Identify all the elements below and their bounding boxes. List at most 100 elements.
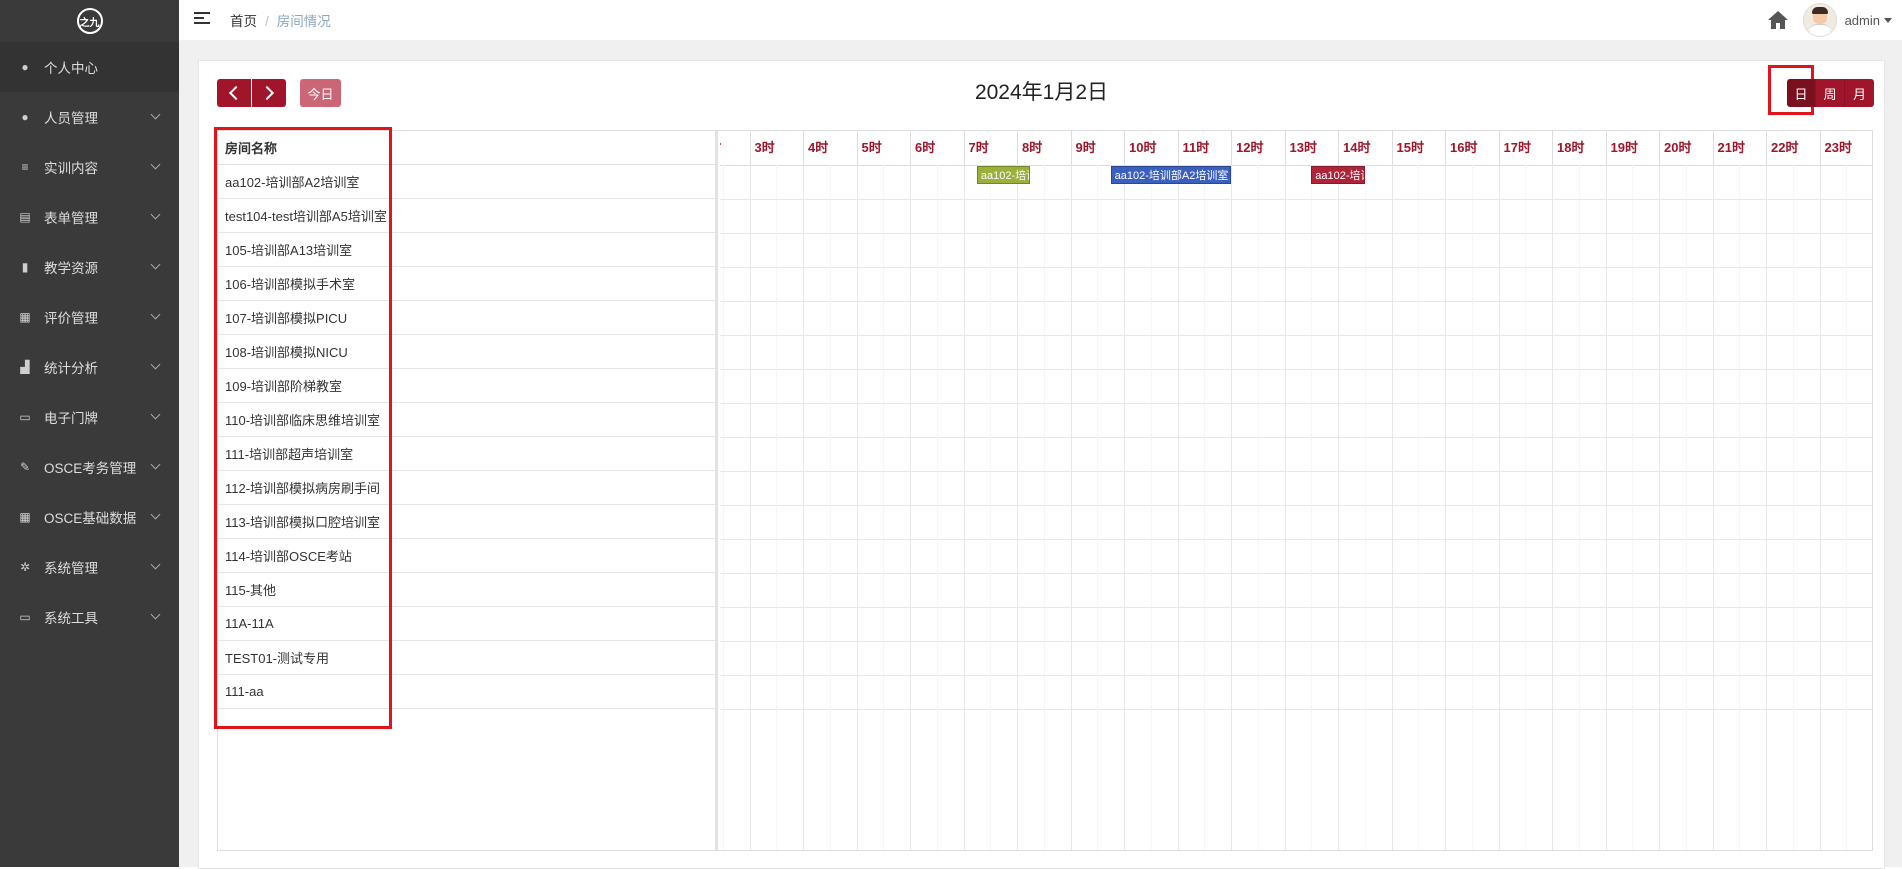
chevron-down-icon bbox=[150, 559, 161, 570]
hour-label: 4时 bbox=[803, 131, 857, 165]
room-row[interactable]: 114-培训部OSCE考站 bbox=[218, 539, 715, 573]
room-row[interactable]: 112-培训部模拟病房刷手间 bbox=[218, 471, 715, 505]
hour-label: 9时 bbox=[1070, 131, 1125, 165]
main-content: 今日 2024年1月2日 日 周 月 房间名称 aa102-培训部A2培训室 te… bbox=[179, 40, 1902, 869]
sidebar-item-label: 表单管理 bbox=[44, 211, 98, 226]
list-icon: ≡ bbox=[21, 160, 29, 174]
room-row[interactable]: 110-培训部临床思维培训室 bbox=[218, 403, 715, 437]
sidebar-item-9[interactable]: ▦ OSCE基础数据 bbox=[0, 492, 179, 542]
chevron-down-icon bbox=[150, 459, 161, 470]
sidebar-item-7[interactable]: ▭ 电子门牌 bbox=[0, 392, 179, 442]
room-row[interactable]: TEST01-测试专用 bbox=[218, 641, 715, 675]
room-row[interactable]: aa102-培训部A2培训室 bbox=[218, 165, 715, 199]
calendar-event[interactable]: aa102-培训部A2培训室 bbox=[1311, 166, 1365, 184]
room-column: 房间名称 aa102-培训部A2培训室 test104-test培训部A5培训室 1… bbox=[214, 127, 718, 850]
breadcrumb-separator: / bbox=[265, 14, 269, 29]
hour-label: 23时 bbox=[1819, 131, 1873, 165]
room-column-header: 房间名称 bbox=[218, 131, 715, 165]
chevron-down-icon bbox=[150, 309, 161, 320]
user-icon: ● bbox=[21, 60, 29, 74]
chevron-down-icon[interactable] bbox=[1884, 17, 1892, 23]
chevron-down-icon bbox=[150, 409, 161, 420]
sidebar-item-label: 统计分析 bbox=[44, 361, 98, 376]
hour-label: 6时 bbox=[910, 131, 964, 165]
toolbox-icon: ▭ bbox=[19, 610, 31, 624]
chevron-down-icon bbox=[150, 159, 161, 170]
users-icon: ● bbox=[21, 110, 29, 124]
view-month-button[interactable]: 月 bbox=[1845, 79, 1874, 107]
bar-chart-icon: ▟ bbox=[20, 360, 30, 374]
room-row[interactable]: 115-其他 bbox=[218, 573, 715, 607]
sidebar-item-0[interactable]: ● 个人中心 bbox=[0, 42, 179, 92]
logo-area: 之九 bbox=[0, 0, 179, 42]
hour-label: 11时 bbox=[1177, 131, 1232, 165]
sidebar-item-1[interactable]: ● 人员管理 bbox=[0, 92, 179, 142]
hour-label: 12时 bbox=[1231, 131, 1285, 165]
hour-label: 3时 bbox=[749, 131, 804, 165]
view-week-button[interactable]: 周 bbox=[1816, 79, 1845, 107]
sidebar-item-2[interactable]: ≡ 实训内容 bbox=[0, 142, 179, 192]
view-switch: 日 周 月 bbox=[1787, 79, 1874, 107]
chevron-down-icon bbox=[150, 359, 161, 370]
sidebar-item-label: OSCE考务管理 bbox=[44, 461, 137, 476]
room-row[interactable]: 108-培训部模拟NICU bbox=[218, 335, 715, 369]
sidebar-item-5[interactable]: ▦ 评价管理 bbox=[0, 292, 179, 342]
hour-label: 18时 bbox=[1552, 131, 1606, 165]
sidebar-item-11[interactable]: ▭ 系统工具 bbox=[0, 592, 179, 642]
room-row[interactable]: 111-培训部超声培训室 bbox=[218, 437, 715, 471]
chevron-down-icon bbox=[150, 259, 161, 270]
grid-icon: ▦ bbox=[19, 510, 31, 524]
logo[interactable]: 之九 bbox=[76, 8, 103, 34]
username[interactable]: admin bbox=[1845, 13, 1880, 28]
room-row[interactable]: 111-aa bbox=[218, 675, 715, 709]
hour-label: 10时 bbox=[1124, 131, 1178, 165]
hour-label: 2时 bbox=[720, 131, 750, 165]
hour-label: 14时 bbox=[1338, 131, 1392, 165]
edit-doc-icon: ✎ bbox=[19, 460, 31, 474]
sidebar: 之九 ● 个人中心 ● 人员管理 ≡ 实训内容 ▤ 表单管理 ▮ 教学资源 ▦ 评价管理 ▟ 统计分析 ▭ 电… bbox=[0, 0, 179, 867]
form-icon: ▤ bbox=[19, 210, 31, 224]
room-row[interactable]: 11A-11A bbox=[218, 607, 715, 641]
room-row[interactable]: 107-培训部模拟PICU bbox=[218, 301, 715, 335]
hour-label: 5时 bbox=[856, 131, 911, 165]
chevron-down-icon bbox=[150, 209, 161, 220]
hour-label: 7时 bbox=[963, 131, 1018, 165]
room-row[interactable]: 113-培训部模拟口腔培训室 bbox=[218, 505, 715, 539]
calendar-event[interactable]: aa102-培训部A2培训室 bbox=[1110, 166, 1231, 184]
breadcrumb-home[interactable]: 首页 bbox=[230, 14, 257, 29]
book-icon: ▮ bbox=[21, 260, 29, 274]
gear-icon: ✲ bbox=[19, 560, 31, 574]
sidebar-item-10[interactable]: ✲ 系统管理 bbox=[0, 542, 179, 592]
home-icon[interactable] bbox=[1767, 10, 1789, 30]
time-header: 2时3时4时5时6时7时8时9时10时11时12时13时14时15时16时17时… bbox=[720, 131, 1872, 166]
chevron-down-icon bbox=[150, 509, 161, 520]
hour-label: 16时 bbox=[1445, 131, 1499, 165]
sidebar-item-8[interactable]: ✎ OSCE考务管理 bbox=[0, 442, 179, 492]
hour-label: 13时 bbox=[1284, 131, 1339, 165]
menu-toggle-icon[interactable] bbox=[194, 12, 210, 26]
hour-label: 20时 bbox=[1659, 131, 1713, 165]
breadcrumb-current: 房间情况 bbox=[276, 14, 331, 29]
evaluate-icon: ▦ bbox=[19, 310, 31, 324]
hour-label: 21时 bbox=[1712, 131, 1767, 165]
calendar-event[interactable]: aa102-培训部A2培训室 bbox=[976, 166, 1031, 184]
sidebar-item-label: 个人中心 bbox=[44, 61, 98, 76]
sidebar-nav: ● 个人中心 ● 人员管理 ≡ 实训内容 ▤ 表单管理 ▮ 教学资源 ▦ 评价管理 ▟ 统计分析 ▭ 电子门牌… bbox=[0, 42, 179, 642]
chevron-down-icon bbox=[150, 109, 161, 120]
timeline-grid: 房间名称 aa102-培训部A2培训室 test104-test培训部A5培训室 1… bbox=[214, 127, 1873, 851]
sidebar-item-label: 系统管理 bbox=[44, 561, 98, 576]
room-row[interactable]: 109-培训部阶梯教室 bbox=[218, 369, 715, 403]
sidebar-item-3[interactable]: ▤ 表单管理 bbox=[0, 192, 179, 242]
hour-label: 15时 bbox=[1391, 131, 1446, 165]
hour-label: 22时 bbox=[1766, 131, 1820, 165]
sidebar-item-label: 实训内容 bbox=[44, 161, 98, 176]
room-row[interactable]: 106-培训部模拟手术室 bbox=[218, 267, 715, 301]
sidebar-item-6[interactable]: ▟ 统计分析 bbox=[0, 342, 179, 392]
sidebar-item-label: 电子门牌 bbox=[44, 411, 98, 426]
sidebar-item-4[interactable]: ▮ 教学资源 bbox=[0, 242, 179, 292]
room-row[interactable]: 105-培训部A13培训室 bbox=[218, 233, 715, 267]
view-day-button[interactable]: 日 bbox=[1787, 79, 1816, 107]
room-row[interactable]: test104-test培训部A5培训室 bbox=[218, 199, 715, 233]
hour-label: 17时 bbox=[1498, 131, 1553, 165]
avatar[interactable] bbox=[1802, 3, 1837, 37]
